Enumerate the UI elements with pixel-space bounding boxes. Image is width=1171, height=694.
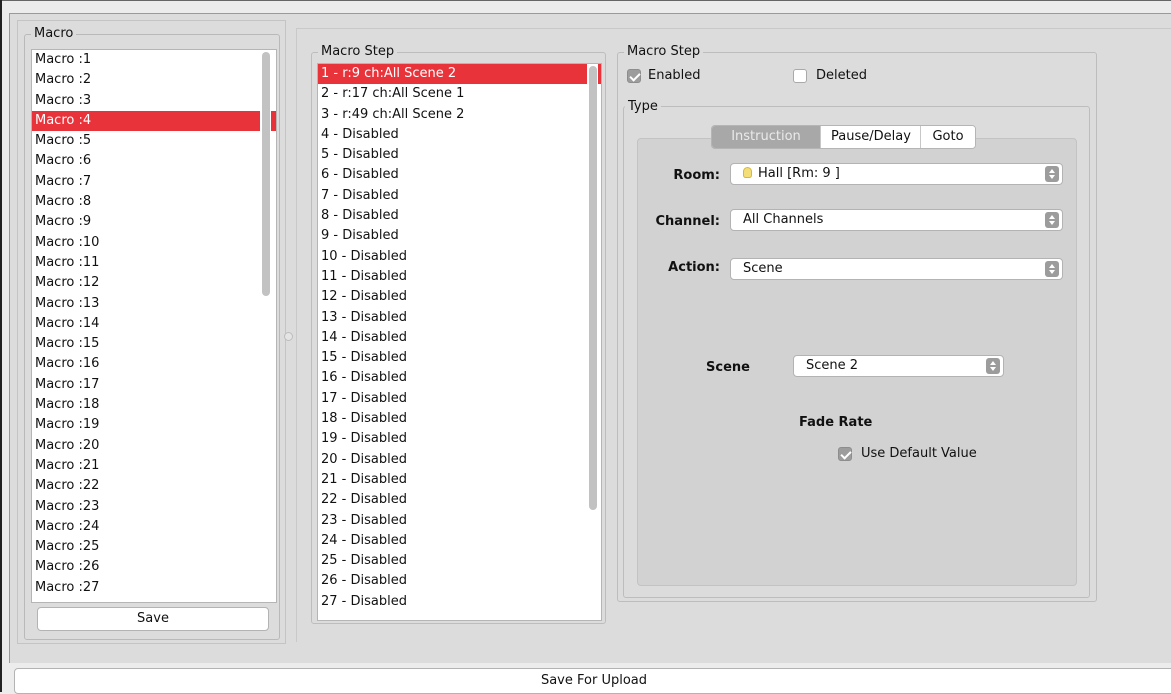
macro-step-list-scrollbar-thumb[interactable] [589, 66, 597, 510]
scene-select[interactable]: Scene 2 [793, 355, 1004, 377]
macro-step-list[interactable]: 1 - r:9 ch:All Scene 22 - r:17 ch:All Sc… [317, 63, 602, 621]
macro-step-list-item[interactable]: 10 - Disabled [318, 247, 601, 267]
macro-group-legend: Macro [31, 26, 77, 42]
macro-list-item[interactable]: Macro :8 [32, 192, 276, 212]
deleted-label: Deleted [816, 68, 867, 83]
action-label: Action: [668, 260, 720, 275]
macro-list-item[interactable]: Macro :27 [32, 578, 276, 598]
macro-step-list-item[interactable]: 12 - Disabled [318, 287, 601, 307]
channel-select-value: All Channels [743, 212, 824, 227]
macro-step-list-item[interactable]: 4 - Disabled [318, 125, 601, 145]
macro-list-item[interactable]: Macro :26 [32, 557, 276, 577]
macro-step-list-item[interactable]: 14 - Disabled [318, 328, 601, 348]
use-default-label: Use Default Value [861, 446, 977, 461]
macro-step-list-scrollbar[interactable] [587, 64, 598, 620]
macro-list-item[interactable]: Macro :11 [32, 253, 276, 273]
enabled-checkbox[interactable] [627, 69, 641, 83]
scene-label: Scene [706, 360, 750, 375]
lightbulb-icon [743, 167, 752, 178]
macro-list-item[interactable]: Macro :2 [32, 70, 276, 90]
macro-list-scrollbar[interactable] [260, 50, 271, 602]
macro-list-item[interactable]: Macro :24 [32, 517, 276, 537]
macro-list-item[interactable]: Macro :15 [32, 334, 276, 354]
macro-list-item[interactable]: Macro :5 [32, 131, 276, 151]
channel-label: Channel: [655, 214, 720, 229]
macro-list-item[interactable]: Macro :25 [32, 537, 276, 557]
macro-step-list-item[interactable]: 8 - Disabled [318, 206, 601, 226]
room-select-value: Hall [Rm: 9 ] [758, 166, 840, 181]
macro-step-list-item[interactable]: 11 - Disabled [318, 267, 601, 287]
macro-list-item[interactable]: Macro :14 [32, 314, 276, 334]
macro-list-item[interactable]: Macro :12 [32, 273, 276, 293]
macro-step-list-item[interactable]: 15 - Disabled [318, 348, 601, 368]
type-group-legend: Type [625, 99, 661, 115]
use-default-checkbox[interactable] [838, 447, 852, 461]
macro-list-item[interactable]: Macro :9 [32, 212, 276, 232]
chevron-updown-icon [1045, 261, 1059, 277]
macro-list-item[interactable]: Macro :1 [32, 50, 276, 70]
macro-list-item[interactable]: Macro :13 [32, 294, 276, 314]
channel-select[interactable]: All Channels [730, 209, 1063, 231]
macro-step-list-item[interactable]: 7 - Disabled [318, 186, 601, 206]
tab-instruction[interactable]: Instruction [712, 126, 820, 148]
macro-step-list-item[interactable]: 5 - Disabled [318, 145, 601, 165]
macro-list[interactable]: Macro :1 Macro :2 Macro :3 Macro :4 Macro :5… [31, 49, 277, 603]
save-button[interactable]: Save [37, 607, 269, 631]
macro-step-list-item[interactable]: 16 - Disabled [318, 368, 601, 388]
macro-step-list-item[interactable]: 18 - Disabled [318, 409, 601, 429]
macro-list-item[interactable]: Macro :17 [32, 375, 276, 395]
macro-step-list-item[interactable]: 26 - Disabled [318, 571, 601, 591]
chevron-updown-icon [1045, 166, 1059, 182]
tab-pause-delay[interactable]: Pause/Delay [820, 126, 920, 148]
fade-rate-label: Fade Rate [799, 415, 873, 430]
macro-list-item[interactable]: Macro :21 [32, 456, 276, 476]
macro-step-detail-legend: Macro Step [624, 44, 704, 60]
deleted-checkbox[interactable] [793, 69, 807, 83]
save-for-upload-button[interactable]: Save For Upload [14, 668, 1171, 694]
macro-step-list-item[interactable]: 13 - Disabled [318, 308, 601, 328]
macro-step-list-item[interactable]: 17 - Disabled [318, 389, 601, 409]
macro-list-item[interactable]: Macro :22 [32, 476, 276, 496]
macro-list-item[interactable]: Macro :7 [32, 172, 276, 192]
macro-step-list-item[interactable]: 22 - Disabled [318, 490, 601, 510]
scene-select-value: Scene 2 [806, 358, 859, 373]
macro-list-item[interactable]: Macro :23 [32, 497, 276, 517]
macro-list-item[interactable]: Macro :20 [32, 436, 276, 456]
enabled-label: Enabled [648, 68, 701, 83]
macro-list-scrollbar-thumb[interactable] [262, 52, 270, 296]
tab-goto[interactable]: Goto [920, 126, 975, 148]
macro-list-item[interactable]: Macro :16 [32, 354, 276, 374]
macro-step-list-item[interactable]: 2 - r:17 ch:All Scene 1 [318, 84, 601, 104]
macro-step-list-item[interactable]: 25 - Disabled [318, 551, 601, 571]
chevron-updown-icon [1045, 212, 1059, 228]
macro-list-item[interactable]: Macro :4 [32, 110, 276, 132]
macro-step-list-legend: Macro Step [318, 44, 398, 60]
macro-list-item[interactable]: Macro :3 [32, 91, 276, 111]
macro-step-list-item[interactable]: 27 - Disabled [318, 592, 601, 612]
macro-step-list-item[interactable]: 21 - Disabled [318, 470, 601, 490]
macro-step-list-item[interactable]: 19 - Disabled [318, 429, 601, 449]
macro-step-list-item[interactable]: 24 - Disabled [318, 531, 601, 551]
macro-step-list-item[interactable]: 6 - Disabled [318, 165, 601, 185]
macro-list-item[interactable]: Macro :19 [32, 415, 276, 435]
splitter-handle[interactable] [284, 332, 293, 341]
macro-step-list-item[interactable]: 3 - r:49 ch:All Scene 2 [318, 105, 601, 125]
room-label: Room: [673, 168, 720, 183]
window-left-border [0, 0, 2, 692]
macro-list-item[interactable]: Macro :10 [32, 233, 276, 253]
macro-step-list-item[interactable]: 23 - Disabled [318, 511, 601, 531]
action-select[interactable]: Scene [730, 258, 1063, 280]
room-select[interactable]: Hall [Rm: 9 ] [730, 163, 1063, 185]
chevron-updown-icon [986, 358, 1000, 374]
action-select-value: Scene [743, 261, 783, 276]
macro-step-list-item[interactable]: 20 - Disabled [318, 450, 601, 470]
macro-step-list-item[interactable]: 1 - r:9 ch:All Scene 2 [318, 64, 601, 85]
window-top-border [0, 0, 1171, 1]
type-tabs: Instruction Pause/Delay Goto [711, 125, 976, 149]
macro-step-list-item[interactable]: 9 - Disabled [318, 226, 601, 246]
macro-list-item[interactable]: Macro :6 [32, 151, 276, 171]
macro-list-item[interactable]: Macro :18 [32, 395, 276, 415]
